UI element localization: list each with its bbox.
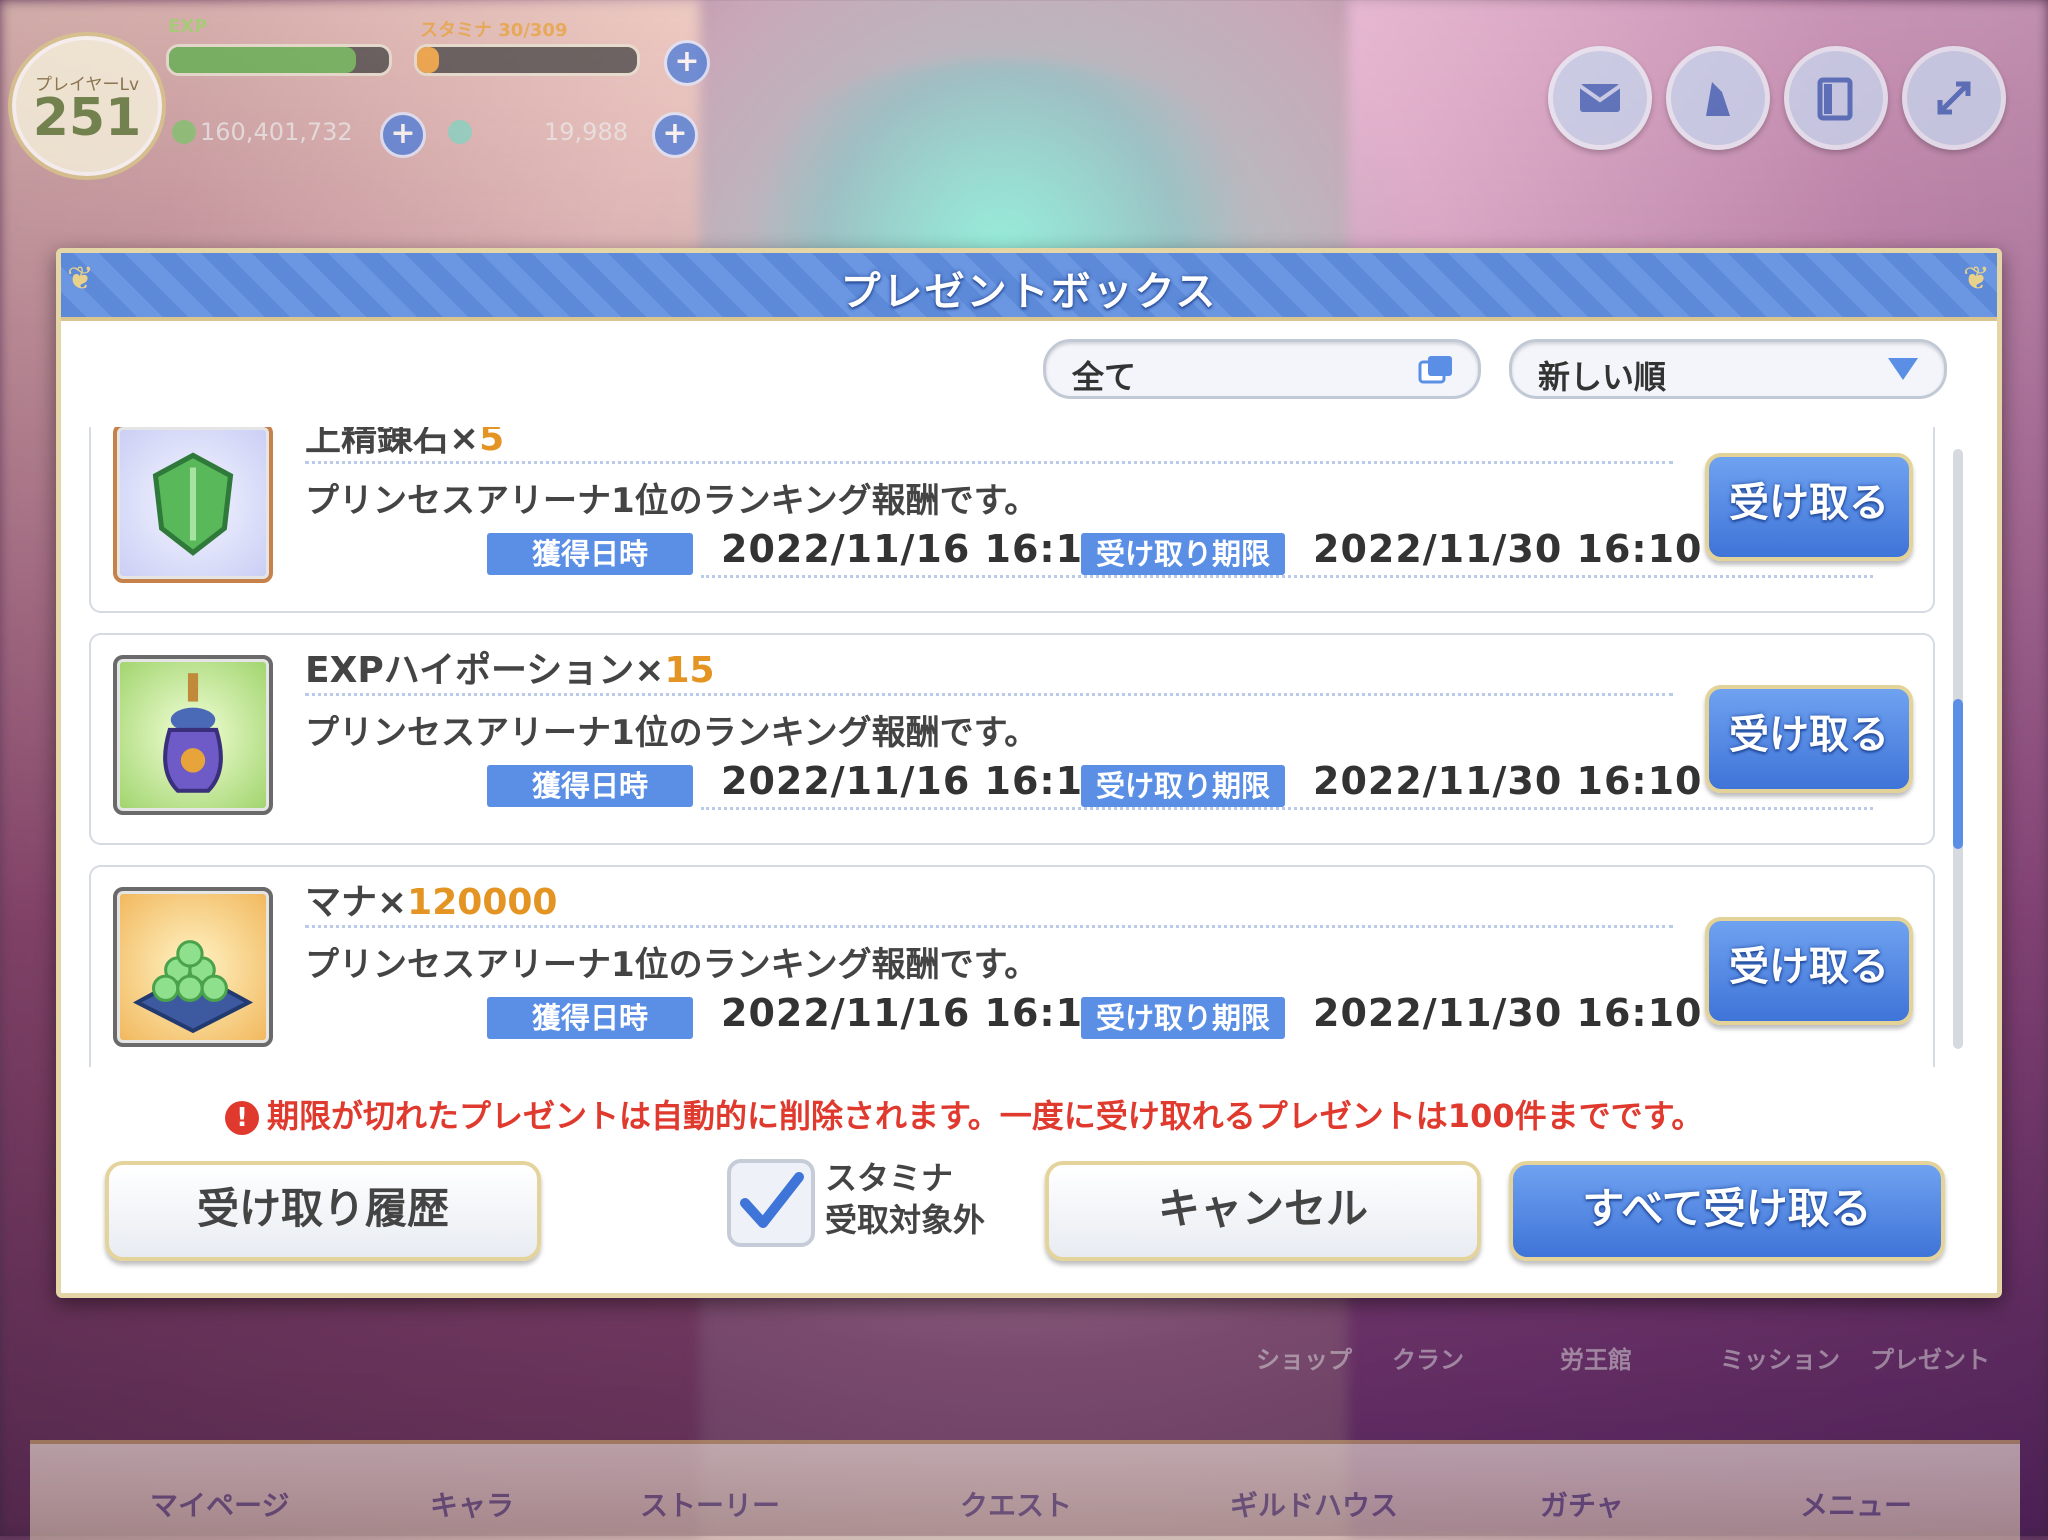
item-name: 上精錬石×5 — [305, 427, 504, 461]
receive-all-button[interactable]: すべて受け取る — [1509, 1161, 1945, 1261]
menu-shop: ショップ — [1256, 1346, 1352, 1374]
exclamation-icon: ! — [225, 1101, 259, 1135]
deadline-date: 2022/11/30 16:10 — [1313, 991, 1703, 1035]
stamina-label: スタミナ 30/309 — [420, 20, 568, 41]
present-box-dialog: ❦ プレゼントボックス ❦ 全て 新しい順 上精錬石×5 プリンセスアリーナ1位… — [56, 248, 2002, 1298]
present-item: 上精錬石×5 プリンセスアリーナ1位のランキング報酬です。 獲得日時 2022/… — [89, 427, 1935, 613]
fullscreen-button[interactable] — [1902, 46, 2006, 150]
bottom-nav: マイページ キャラ ストーリー クエスト ギルドハウス ガチャ メニュー — [30, 1440, 2020, 1540]
jewel-plus-button[interactable]: + — [652, 112, 698, 158]
corner-ornament-right: ❦ — [1963, 259, 1990, 297]
item-quantity: 120000 — [407, 882, 558, 923]
nav-gacha: ガチャ — [1540, 1489, 1624, 1522]
fullscreen-icon — [1937, 81, 1971, 115]
notice-text: ! 期限が切れたプレゼントは自動的に削除されます。一度に受け取れるプレゼントは10… — [225, 1091, 1703, 1137]
scrollbar[interactable] — [1953, 449, 1963, 1049]
acquired-label: 獲得日時 — [487, 533, 693, 575]
receive-button[interactable]: 受け取る — [1705, 453, 1913, 561]
refine-stone-icon — [113, 427, 273, 583]
acquired-date: 2022/11/16 16:10 — [721, 527, 1111, 571]
menu-mission: ミッション — [1720, 1346, 1840, 1374]
nav-mypage: マイページ — [150, 1489, 290, 1522]
menu-hall: 労王館 — [1560, 1346, 1632, 1374]
copy-icon — [1418, 354, 1454, 388]
exp-label: EXP — [168, 16, 208, 37]
book-button[interactable] — [1784, 46, 1888, 150]
chevron-down-icon — [1886, 354, 1920, 386]
dialog-header: ❦ プレゼントボックス ❦ — [61, 253, 1997, 321]
jewel-icon — [448, 120, 472, 144]
exp-bar — [166, 44, 392, 76]
item-description: プリンセスアリーナ1位のランキング報酬です。 — [305, 713, 1039, 753]
mail-icon — [1578, 84, 1622, 112]
nav-story: ストーリー — [640, 1489, 781, 1522]
book-icon — [1817, 77, 1853, 121]
deadline-label: 受け取り期限 — [1081, 765, 1285, 807]
nav-guildhouse: ギルドハウス — [1230, 1489, 1399, 1522]
stamina-exclude-checkbox[interactable] — [727, 1159, 815, 1247]
nav-chara: キャラ — [430, 1489, 515, 1522]
item-description: プリンセスアリーナ1位のランキング報酬です。 — [305, 945, 1039, 985]
present-item: マナ×120000 プリンセスアリーナ1位のランキング報酬です。 獲得日時 20… — [89, 865, 1935, 1067]
sort-select[interactable]: 新しい順 — [1509, 339, 1947, 399]
player-level-badge: プレイヤーLv 251 — [8, 32, 166, 180]
stamina-plus-button[interactable]: + — [664, 40, 710, 86]
deadline-date: 2022/11/30 16:10 — [1313, 527, 1703, 571]
mana-icon — [172, 120, 196, 144]
cancel-button[interactable]: キャンセル — [1045, 1161, 1481, 1261]
item-name: マナ×120000 — [305, 882, 558, 923]
stamina-exclude-label: スタミナ 受取対象外 — [825, 1159, 986, 1239]
jewel-value: 19,988 — [544, 118, 628, 146]
item-quantity: 15 — [664, 650, 715, 691]
history-button[interactable]: 受け取り履歴 — [105, 1161, 541, 1261]
checkmark-icon — [740, 1172, 804, 1228]
receive-button[interactable]: 受け取る — [1705, 685, 1913, 793]
nav-menu: メニュー — [1800, 1489, 1913, 1522]
receive-button[interactable]: 受け取る — [1705, 917, 1913, 1025]
profile-button[interactable] — [1666, 46, 1770, 150]
deadline-date: 2022/11/30 16:10 — [1313, 759, 1703, 803]
mana-icon — [113, 887, 273, 1047]
menu-clan: クラン — [1392, 1346, 1464, 1374]
mail-button[interactable] — [1548, 46, 1652, 150]
deadline-label: 受け取り期限 — [1081, 997, 1285, 1039]
item-quantity: 5 — [479, 427, 505, 459]
sort-select-value: 新しい順 — [1538, 358, 1667, 396]
acquired-date: 2022/11/16 16:10 — [721, 759, 1111, 803]
potion-icon — [113, 655, 273, 815]
stamina-value: 30/309 — [498, 20, 568, 41]
present-list[interactable]: 上精錬石×5 プリンセスアリーナ1位のランキング報酬です。 獲得日時 2022/… — [89, 427, 1969, 1067]
present-item: EXPハイポーション×15 プリンセスアリーナ1位のランキング報酬です。 獲得日… — [89, 633, 1935, 845]
item-name: EXPハイポーション×15 — [305, 650, 715, 691]
stamina-bar — [414, 44, 640, 76]
mana-value: 160,401,732 — [200, 118, 353, 146]
scrollbar-thumb[interactable] — [1953, 699, 1963, 849]
profile-icon — [1706, 82, 1730, 116]
nav-quest: クエスト — [960, 1489, 1073, 1522]
filter-select[interactable]: 全て — [1043, 339, 1481, 399]
dialog-title: プレゼントボックス — [840, 269, 1218, 315]
acquired-label: 獲得日時 — [487, 997, 693, 1039]
player-level: 251 — [32, 88, 142, 148]
deadline-label: 受け取り期限 — [1081, 533, 1285, 575]
acquired-label: 獲得日時 — [487, 765, 693, 807]
mana-plus-button[interactable]: + — [380, 112, 426, 158]
filter-select-value: 全て — [1072, 358, 1137, 396]
item-description: プリンセスアリーナ1位のランキング報酬です。 — [305, 481, 1039, 521]
menu-present: プレゼント — [1870, 1346, 1990, 1374]
acquired-date: 2022/11/16 16:10 — [721, 991, 1111, 1035]
